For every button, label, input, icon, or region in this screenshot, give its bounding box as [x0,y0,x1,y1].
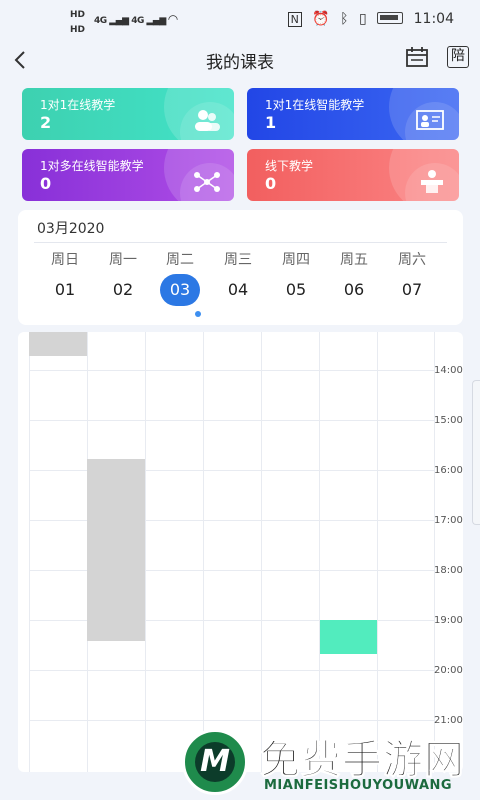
time-label: 20:00 [434,665,463,676]
card-count: 0 [40,174,52,193]
timetable-grid[interactable]: 14:00 15:00 16:00 17:00 18:00 19:00 20:0… [18,332,463,772]
date-label: 01 [54,280,76,299]
network-type-2: 4G [131,16,144,26]
card-count: 2 [40,113,52,132]
card-label: 1对多在线智能教学 [40,159,144,173]
card-count: 1 [265,113,277,132]
card-one-on-one-smart[interactable]: 1对1在线智能教学 1 [247,88,459,140]
date-label: 07 [401,280,423,299]
weekday-label: 周五 [340,252,368,268]
weekday-label: 周二 [166,252,194,268]
selected-date-pill: 03 [160,274,200,306]
lesson-block-sunday[interactable] [29,332,87,356]
time-label: 14:00 [434,365,463,376]
time-label: 17:00 [434,515,463,526]
day-wednesday[interactable]: 周三 04 [209,250,267,301]
nfc-icon: N [287,12,302,27]
signal-icon: ▂▄▆ [109,16,129,26]
vibrate-icon: ▯ [359,11,367,27]
card-label: 线下教学 [265,159,314,173]
time-label: 18:00 [434,565,463,576]
week-panel: 03月2020 周日 01 周一 02 周二 03 周三 04 周四 05 周五… [18,210,463,325]
day-tuesday[interactable]: 周二 03 [151,250,209,306]
nav-bar: 我的课表 陪 [0,40,480,80]
day-thursday[interactable]: 周四 05 [267,250,325,301]
podium-icon [421,170,443,193]
hd-badge-2: HD [70,25,86,35]
bluetooth-icon: ᛒ [340,11,349,27]
lesson-block-friday[interactable] [320,620,377,654]
watermark-title: 免费手游网 [260,737,465,784]
card-label: 1对1在线教学 [40,98,116,112]
screen-teacher-icon [416,110,444,130]
divider [34,242,447,243]
card-one-on-one-online[interactable]: 1对1在线教学 2 [22,88,234,140]
weekday-label: 周四 [282,252,310,268]
day-friday[interactable]: 周五 06 [325,250,383,301]
time-label: 16:00 [434,465,463,476]
day-sunday[interactable]: 周日 01 [36,250,94,301]
network-indicators: HD HD 4G ▂▄▆ 4G ▂▄▆ ◠ [70,10,178,35]
card-count: 0 [265,174,277,193]
battery-icon [377,12,404,24]
side-drawer-handle[interactable] [472,380,480,525]
weekday-label: 周日 [51,252,79,268]
month-label[interactable]: 03月2020 [37,218,104,238]
watermark-logo: M [182,729,248,795]
weekday-label: 周六 [398,252,426,268]
selected-indicator-dot [195,311,201,317]
students-icon [195,110,220,131]
date-label: 05 [285,280,307,299]
card-one-to-many-smart[interactable]: 1对多在线智能教学 0 [22,149,234,201]
accompany-button[interactable]: 陪 [447,46,469,68]
hd-badge-1: HD [70,10,86,20]
wifi-icon: ◠ [168,12,178,26]
site-watermark: M 免费手游网 MIANFEISHOUYOUWANG [182,725,480,800]
logo-letter: M [195,742,235,782]
card-offline[interactable]: 线下教学 0 [247,149,459,201]
card-label: 1对1在线智能教学 [265,98,365,112]
day-monday[interactable]: 周一 02 [94,250,152,301]
lesson-block-monday[interactable] [87,459,145,641]
day-saturday[interactable]: 周六 07 [383,250,441,301]
alarm-icon: ⏰ [312,11,330,27]
status-right: N ⏰ ᛒ ▯ 11:04 [282,11,454,27]
date-label: 03 [169,280,191,299]
date-label: 06 [343,280,365,299]
watermark-subtitle: MIANFEISHOUYOUWANG [264,778,453,793]
signal-icon-2: ▂▄▆ [146,16,167,26]
network-icon [194,172,220,192]
calendar-icon [406,47,428,67]
weekday-label: 周三 [224,252,252,268]
status-bar: HD HD 4G ▂▄▆ 4G ▂▄▆ ◠ N ⏰ ᛒ ▯ 11:04 [0,0,480,40]
weekday-label: 周一 [109,252,137,268]
calendar-button[interactable] [405,46,429,70]
date-label: 04 [227,280,249,299]
time-label: 19:00 [434,615,463,626]
date-label: 02 [112,280,134,299]
clock: 11:04 [413,11,454,27]
time-label: 15:00 [434,415,463,426]
network-type-1: 4G [94,16,107,26]
